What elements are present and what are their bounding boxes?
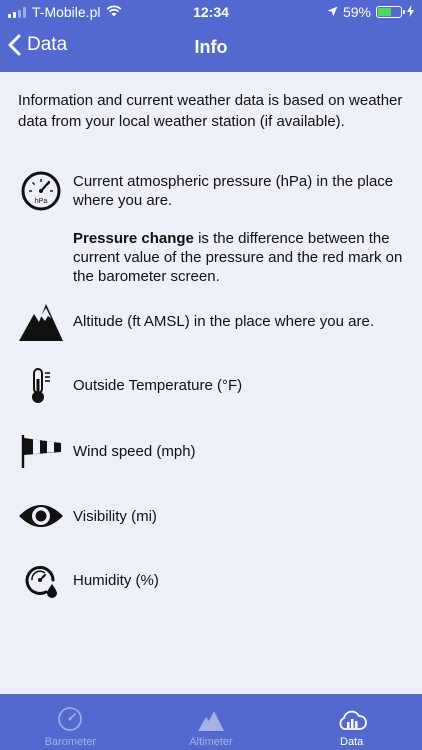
mountain-icon	[198, 711, 224, 731]
humidity-gauge-icon	[18, 557, 64, 603]
info-item-label: Wind speed (mph)	[73, 443, 196, 460]
header-bar: T-Mobile.pl 12:34 59% Data Info	[0, 0, 422, 72]
charging-bolt-icon	[407, 4, 414, 20]
info-item-label: Altitude (ft AMSL) in the place where yo…	[73, 313, 374, 330]
status-right: 59%	[327, 4, 414, 20]
tab-bar: Barometer Altimeter Data	[0, 694, 422, 750]
cloud-chart-icon	[339, 710, 367, 730]
battery-icon	[376, 6, 405, 18]
tab-altimeter[interactable]: Altimeter	[141, 694, 282, 750]
location-arrow-icon	[327, 4, 338, 20]
gauge-icon	[58, 707, 83, 731]
tab-label: Barometer	[44, 736, 97, 748]
info-item-visibility: Visibility (mi)	[18, 493, 412, 539]
navigation-bar: Data Info	[0, 28, 422, 68]
status-bar: T-Mobile.pl 12:34 59%	[0, 0, 422, 24]
tab-data[interactable]: Data	[281, 694, 422, 750]
mountain-icon	[18, 298, 64, 344]
pressure-change-note: Pressure change is the difference betwee…	[73, 229, 403, 286]
info-item-humidity: Humidity (%)	[18, 557, 412, 603]
intro-text: Information and current weather data is …	[18, 92, 403, 130]
tab-label: Data	[340, 736, 364, 748]
info-item-label: Visibility (mi)	[73, 508, 157, 525]
barometer-icon: hPa	[18, 168, 64, 214]
svg-text:hPa: hPa	[35, 198, 48, 205]
windsock-icon	[18, 428, 64, 474]
info-item-temperature: Outside Temperature (°F)	[18, 363, 412, 409]
battery-percent: 59%	[342, 4, 371, 20]
info-item-label: Outside Temperature (°F)	[73, 377, 243, 394]
info-item-altitude: Altitude (ft AMSL) in the place where yo…	[18, 298, 412, 344]
info-item-wind: Wind speed (mph)	[18, 428, 412, 474]
tab-barometer[interactable]: Barometer	[0, 694, 141, 750]
page-title: Info	[194, 37, 228, 57]
info-item-label: Current atmospheric pressure (hPa) in th…	[73, 173, 394, 209]
tab-label: Altimeter	[189, 736, 233, 748]
info-item-label: Humidity (%)	[73, 572, 159, 589]
thermometer-icon	[18, 363, 64, 409]
eye-icon	[18, 493, 64, 539]
pressure-change-term: Pressure change	[73, 230, 194, 247]
